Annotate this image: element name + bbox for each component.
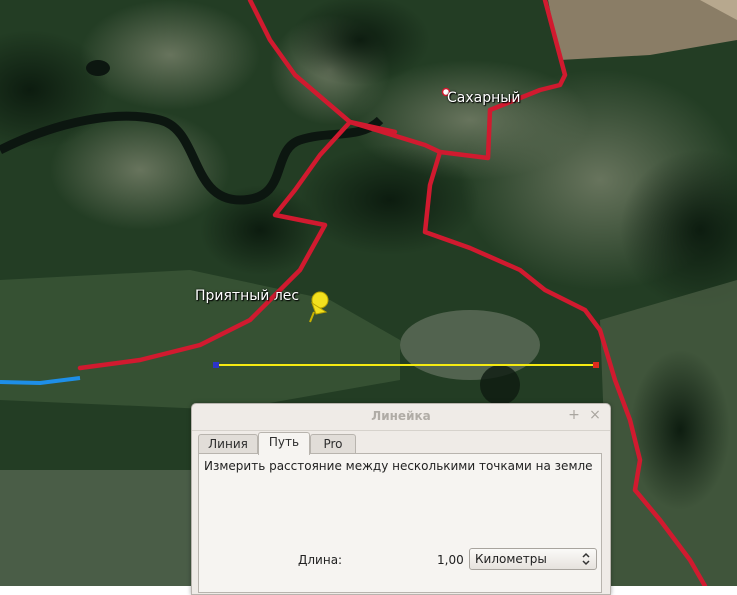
units-select[interactable]: Километры xyxy=(469,548,597,570)
place-label-sakharny[interactable]: Сахарный xyxy=(447,90,520,106)
ruler-dialog: Линейка + × Линия Путь Pro Измерить расс… xyxy=(191,403,611,595)
place-label-priyatny-les[interactable]: Приятный лес xyxy=(195,288,299,304)
units-select-value: Километры xyxy=(475,552,547,566)
dialog-titlebar[interactable]: Линейка + × xyxy=(192,404,610,431)
length-value: 1,00 xyxy=(437,553,464,567)
tab-line[interactable]: Линия xyxy=(198,434,258,454)
length-label: Длина: xyxy=(298,553,343,567)
tab-pro[interactable]: Pro xyxy=(310,434,356,454)
tab-path[interactable]: Путь xyxy=(258,432,310,455)
dialog-title: Линейка xyxy=(371,409,431,423)
close-button[interactable]: × xyxy=(587,407,603,423)
tab-panel-path: Измерить расстояние между несколькими то… xyxy=(198,453,602,593)
path-description: Измерить расстояние между несколькими то… xyxy=(204,459,593,473)
updown-arrow-icon xyxy=(582,552,590,566)
pin-button[interactable]: + xyxy=(566,407,582,423)
